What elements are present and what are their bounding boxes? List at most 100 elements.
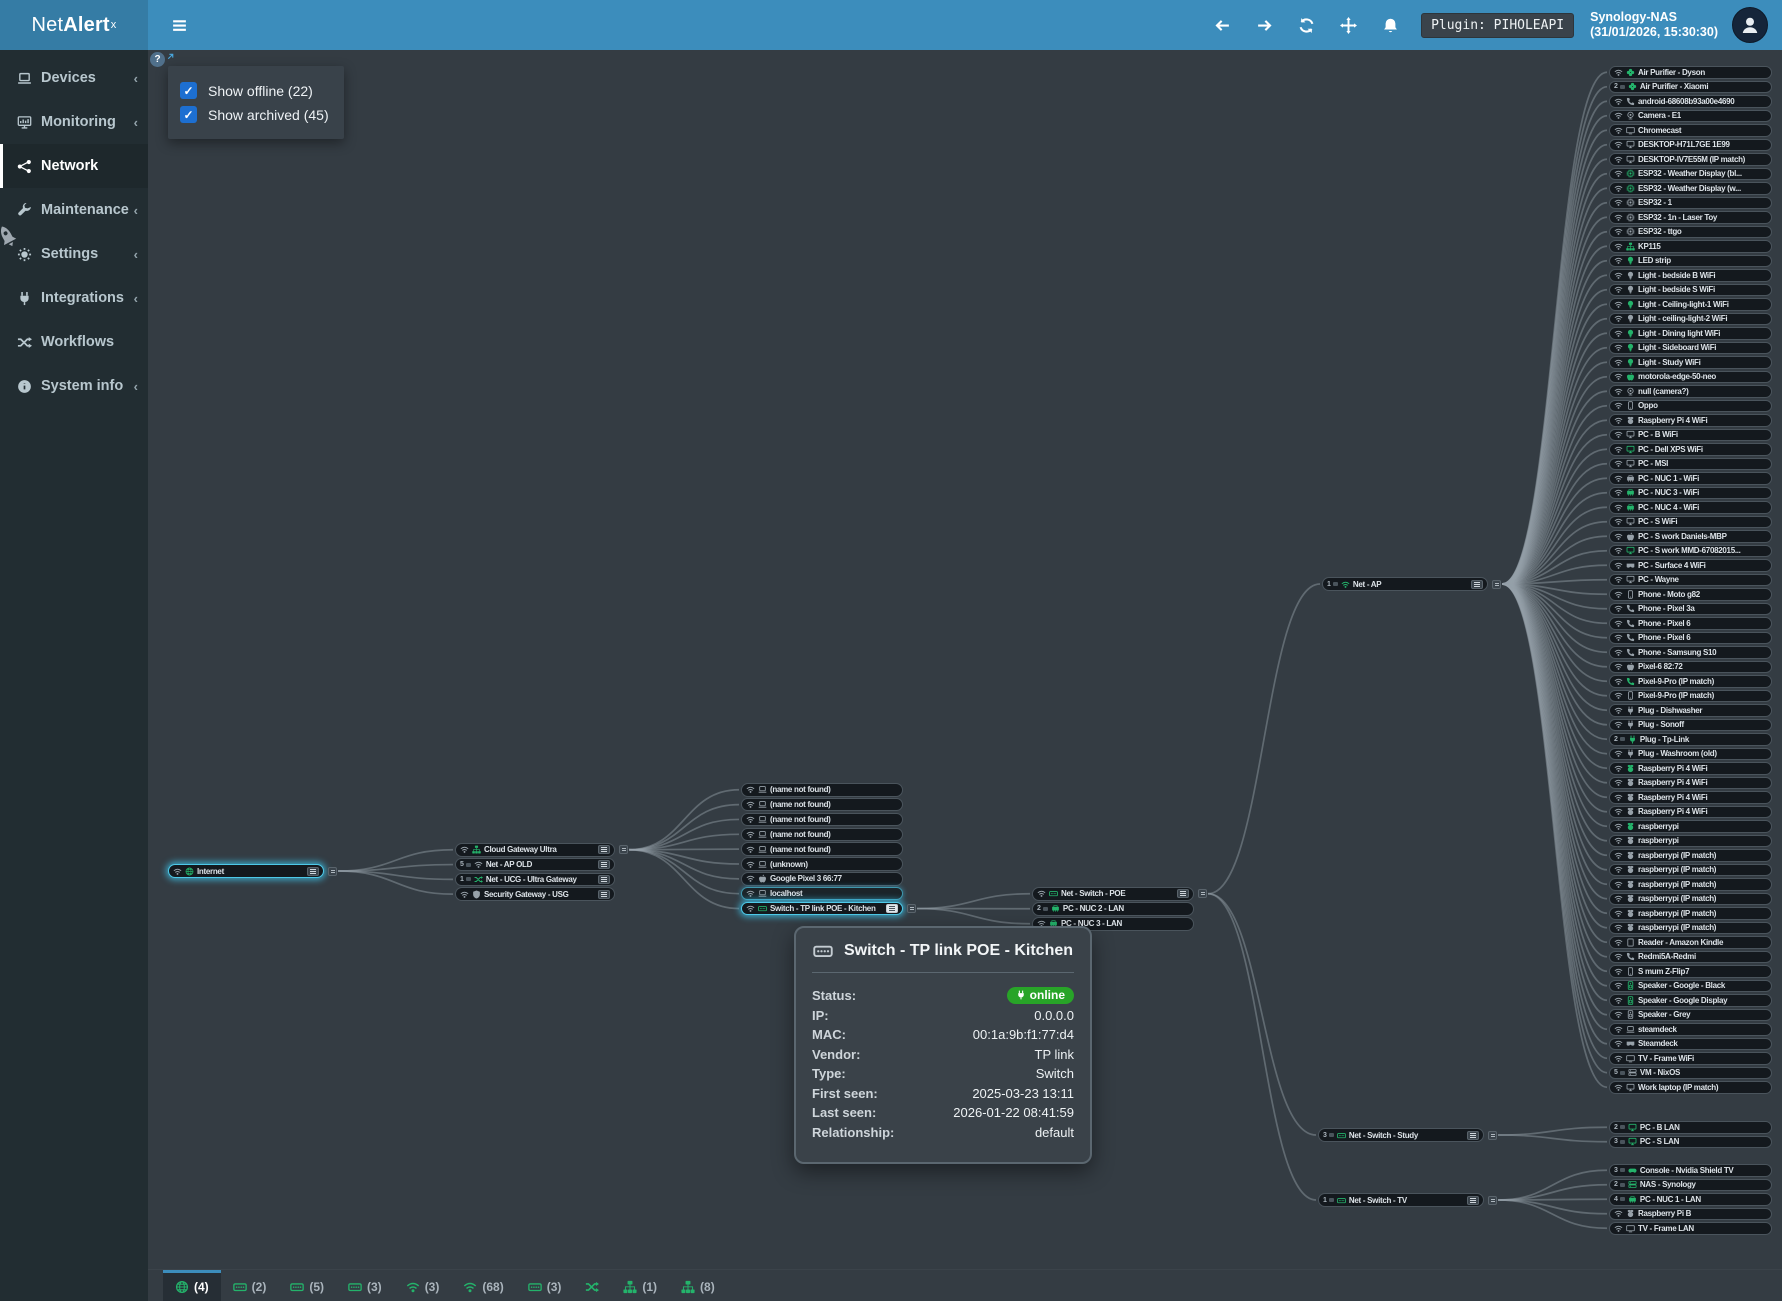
network-node-air-purifier-dyson[interactable]: Air Purifier - Dyson <box>1609 66 1772 79</box>
network-node-pc-s-wifi[interactable]: PC - S WiFi <box>1609 516 1772 529</box>
collapse-toggle[interactable] <box>619 845 628 854</box>
back-button[interactable] <box>1205 0 1239 50</box>
notifications-button[interactable] <box>1373 0 1407 50</box>
network-node-plug-dishwasher[interactable]: Plug - Dishwasher <box>1609 704 1772 717</box>
network-node-esp32-1[interactable]: ESP32 - 1 <box>1609 197 1772 210</box>
show-archived-checkbox[interactable]: ✓ <box>180 106 197 123</box>
network-node-raspberrypi[interactable]: raspberrypi <box>1609 835 1772 848</box>
network-node-pixel-9-pro-ip-match[interactable]: Pixel-9-Pro (IP match) <box>1609 690 1772 703</box>
network-node-pc-surface-4-wifi[interactable]: PC - Surface 4 WiFi <box>1609 559 1772 572</box>
network-node-pc-nuc-1-wifi[interactable]: PC - NUC 1 - WiFi <box>1609 472 1772 485</box>
node-menu-button[interactable] <box>1471 580 1483 589</box>
network-node-oppo[interactable]: Oppo <box>1609 400 1772 413</box>
network-node-plug-washroom-old[interactable]: Plug - Washroom (old) <box>1609 748 1772 761</box>
network-node-pc-nuc-2-lan[interactable]: 2PC - NUC 2 - LAN <box>1032 902 1194 916</box>
node-menu-button[interactable] <box>598 890 610 899</box>
network-node-esp32-weather-display-w[interactable]: ESP32 - Weather Display (w... <box>1609 182 1772 195</box>
network-node-esp32-1n-laser-toy[interactable]: ESP32 - 1n - Laser Toy <box>1609 211 1772 224</box>
network-node-vm-nixos[interactable]: 5VM - NixOS <box>1609 1067 1772 1080</box>
network-node-raspberrypi-ip-match[interactable]: raspberrypi (IP match) <box>1609 907 1772 920</box>
show-offline-label[interactable]: Show offline (22) <box>208 83 313 99</box>
node-menu-button[interactable] <box>1467 1196 1479 1205</box>
network-node-speaker-grey[interactable]: Speaker - Grey <box>1609 1009 1772 1022</box>
network-node-localhost[interactable]: localhost <box>741 887 903 901</box>
network-node-pixel-9-pro-ip-match[interactable]: Pixel-9-Pro (IP match) <box>1609 675 1772 688</box>
collapse-toggle[interactable] <box>907 904 916 913</box>
network-node-pc-s-lan[interactable]: 3PC - S LAN <box>1609 1136 1772 1149</box>
network-node-nas-synology[interactable]: 2NAS - Synology <box>1609 1179 1772 1192</box>
network-node-esp32-weather-display-bl[interactable]: ESP32 - Weather Display (bl... <box>1609 168 1772 181</box>
sidebar-item-system-info[interactable]: System info‹ <box>0 364 148 408</box>
network-node-phone-pixel-6[interactable]: Phone - Pixel 6 <box>1609 617 1772 630</box>
footer-tab-4[interactable]: (3) <box>336 1270 394 1301</box>
network-node-raspberrypi-ip-match[interactable]: raspberrypi (IP match) <box>1609 878 1772 891</box>
network-node-name-not-found[interactable]: (name not found) <box>741 813 903 827</box>
app-logo[interactable]: NetAlertx <box>0 0 148 50</box>
network-node-steamdeck[interactable]: Steamdeck <box>1609 1038 1772 1051</box>
network-node-raspberry-pi-b[interactable]: Raspberry Pi B <box>1609 1208 1772 1221</box>
node-menu-button[interactable] <box>1177 889 1189 898</box>
network-node-pc-wayne[interactable]: PC - Wayne <box>1609 574 1772 587</box>
network-node-name-not-found[interactable]: (name not found) <box>741 798 903 812</box>
network-node-pc-msi[interactable]: PC - MSI <box>1609 458 1772 471</box>
node-menu-button[interactable] <box>307 867 319 876</box>
network-node-redmi5a-redmi[interactable]: Redmi5A-Redmi <box>1609 951 1772 964</box>
collapse-toggle[interactable] <box>328 867 337 876</box>
network-node-raspberrypi[interactable]: raspberrypi <box>1609 820 1772 833</box>
footer-tab-1[interactable]: (4) <box>163 1270 221 1301</box>
network-node-light-bedside-b-wifi[interactable]: Light - bedside B WiFi <box>1609 269 1772 282</box>
network-node-kp115[interactable]: KP115 <box>1609 240 1772 253</box>
network-node-light-dining-light-wifi[interactable]: Light - Dining light WiFi <box>1609 327 1772 340</box>
network-node-cloud-gateway-ultra[interactable]: Cloud Gateway Ultra <box>455 843 615 857</box>
network-node-speaker-google-display[interactable]: Speaker - Google Display <box>1609 994 1772 1007</box>
refresh-button[interactable] <box>1289 0 1323 50</box>
network-node-raspberry-pi-4-wifi[interactable]: Raspberry Pi 4 WiFi <box>1609 762 1772 775</box>
collapse-toggle[interactable] <box>1488 1131 1497 1140</box>
network-node-plug-sonoff[interactable]: Plug - Sonoff <box>1609 719 1772 732</box>
network-node-phone-moto-g82[interactable]: Phone - Moto g82 <box>1609 588 1772 601</box>
network-node-raspberry-pi-4-wifi[interactable]: Raspberry Pi 4 WiFi <box>1609 777 1772 790</box>
fit-screen-button[interactable] <box>1331 0 1365 50</box>
node-menu-button[interactable] <box>598 860 610 869</box>
network-node-phone-pixel-3a[interactable]: Phone - Pixel 3a <box>1609 603 1772 616</box>
network-node-raspberrypi-ip-match[interactable]: raspberrypi (IP match) <box>1609 922 1772 935</box>
sidebar-toggle-button[interactable] <box>162 0 196 50</box>
network-node-pc-nuc-4-wifi[interactable]: PC - NUC 4 - WiFi <box>1609 501 1772 514</box>
footer-tab-2[interactable]: (2) <box>221 1270 279 1301</box>
network-node-pc-b-wifi[interactable]: PC - B WiFi <box>1609 429 1772 442</box>
network-node-pc-s-work-daniels-mbp[interactable]: PC - S work Daniels-MBP <box>1609 530 1772 543</box>
node-menu-button[interactable] <box>1467 1131 1479 1140</box>
network-node-internet[interactable]: Internet <box>168 864 324 878</box>
network-node-light-sideboard-wifi[interactable]: Light - Sideboard WiFi <box>1609 342 1772 355</box>
network-node-security-gateway-usg[interactable]: Security Gateway - USG <box>455 887 615 901</box>
network-node-chromecast[interactable]: Chromecast <box>1609 124 1772 137</box>
footer-tab-3[interactable]: (5) <box>278 1270 336 1301</box>
network-node-unknown[interactable]: (unknown) <box>741 857 903 871</box>
network-node-net-ucg-ultra-gateway[interactable]: 1Net - UCG - Ultra Gateway <box>455 873 615 887</box>
network-node-raspberrypi-ip-match[interactable]: raspberrypi (IP match) <box>1609 849 1772 862</box>
network-node-light-ceiling-light-2-wifi[interactable]: Light - ceiling-light-2 WiFi <box>1609 313 1772 326</box>
network-node-motorola-edge-50-neo[interactable]: motorola-edge-50-neo <box>1609 371 1772 384</box>
sidebar-item-integrations[interactable]: Integrations‹ <box>0 276 148 320</box>
node-menu-button[interactable] <box>598 845 610 854</box>
network-node-null-camera[interactable]: null (camera?) <box>1609 385 1772 398</box>
plugin-status-badge[interactable]: Plugin: PIHOLEAPI <box>1421 13 1574 38</box>
footer-tab-7[interactable]: (3) <box>516 1270 574 1301</box>
network-node-speaker-google-black[interactable]: Speaker - Google - Black <box>1609 980 1772 993</box>
show-archived-label[interactable]: Show archived (45) <box>208 107 329 123</box>
network-node-raspberry-pi-4-wifi[interactable]: Raspberry Pi 4 WiFi <box>1609 791 1772 804</box>
sidebar-item-devices[interactable]: Devices‹ <box>0 56 148 100</box>
network-node-console-nvidia-shield-tv[interactable]: 3Console - Nvidia Shield TV <box>1609 1164 1772 1177</box>
footer-tab-8[interactable] <box>573 1270 611 1301</box>
network-node-net-switch-poe[interactable]: Net - Switch - POE <box>1032 887 1194 901</box>
network-node-name-not-found[interactable]: (name not found) <box>741 828 903 842</box>
sidebar-item-monitoring[interactable]: Monitoring‹ <box>0 100 148 144</box>
network-node-tv-frame-wifi[interactable]: TV - Frame WiFi <box>1609 1052 1772 1065</box>
network-node-pc-s-work-mmd-67082015[interactable]: PC - S work MMD-67082015... <box>1609 545 1772 558</box>
network-node-work-laptop-ip-match[interactable]: Work laptop (IP match) <box>1609 1081 1772 1094</box>
show-offline-checkbox[interactable]: ✓ <box>180 82 197 99</box>
network-node-reader-amazon-kindle[interactable]: Reader - Amazon Kindle <box>1609 936 1772 949</box>
node-menu-button[interactable] <box>598 875 610 884</box>
network-node-google-pixel-3-66-77[interactable]: Google Pixel 3 66:77 <box>741 872 903 886</box>
network-node-net-switch-study[interactable]: 3Net - Switch - Study <box>1318 1128 1484 1142</box>
